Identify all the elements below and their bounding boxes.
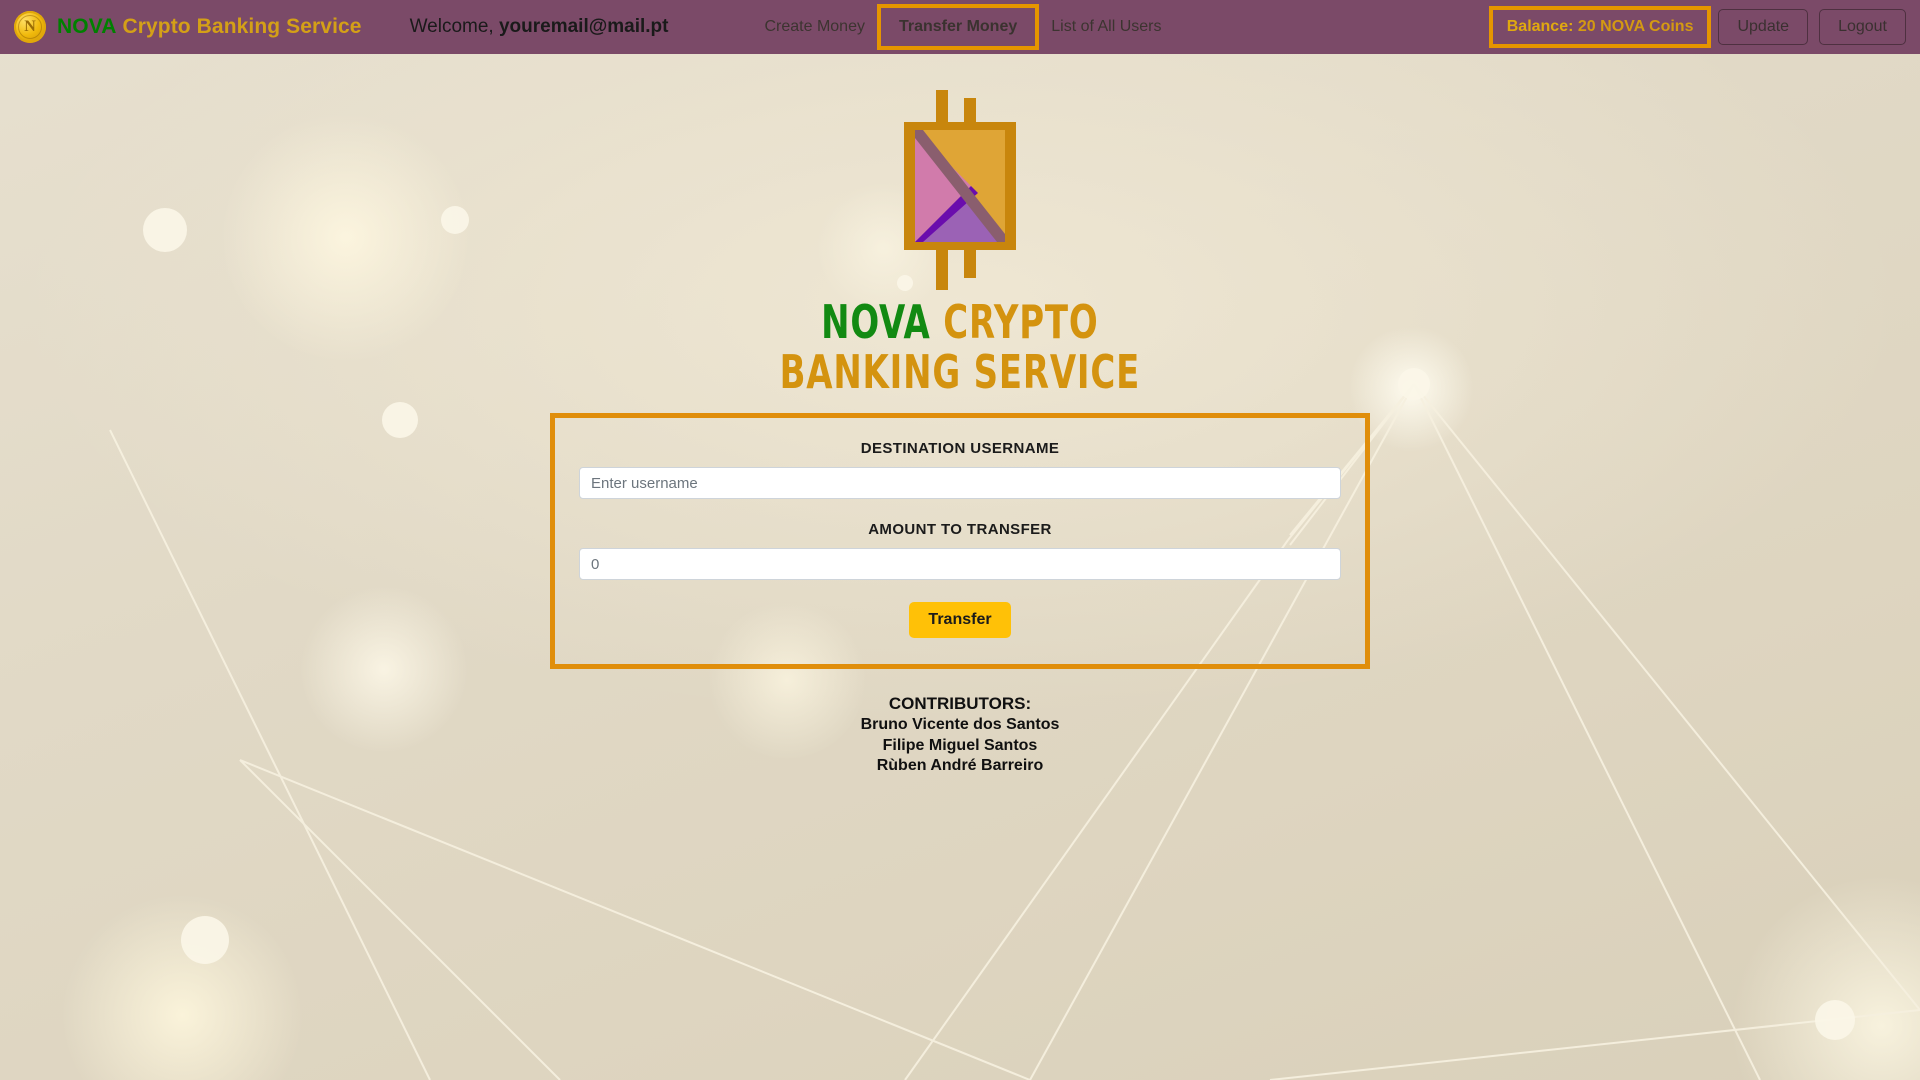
contributor-name: Bruno Vicente dos Santos [860,716,1060,734]
brand-logo[interactable]: NOVA Crypto Banking Service [14,11,362,43]
balance-label: Balance: [1506,18,1574,35]
nova-coin-icon [14,11,46,43]
hero-title-nova: NOVA [821,295,931,349]
amount-to-transfer-input[interactable] [579,548,1341,581]
nav-links: Create Money Transfer Money List of All … [748,4,1177,50]
brand-title: NOVA Crypto Banking Service [57,15,362,39]
main-content: NOVA CRYPTO BANKING SERVICE DESTINATION … [0,54,1920,777]
contributors-section: CONTRIBUTORS: Bruno Vicente dos Santos F… [861,693,1060,776]
welcome-prefix: Welcome, [409,16,499,37]
hero-title: NOVA CRYPTO BANKING SERVICE [779,295,1141,399]
hero-title-line1: NOVA CRYPTO [780,295,1141,349]
contributors-heading-colon: : [1025,694,1032,714]
welcome-text: Welcome, youremail@mail.pt [410,16,669,38]
nav-item-transfer-money[interactable]: Transfer Money [876,4,1040,50]
brand-title-rest: Crypto Banking Service [122,15,362,38]
transfer-button[interactable]: Transfer [909,602,1011,639]
hero-title-crypto: CRYPTO [943,295,1099,349]
transfer-money-form: DESTINATION USERNAME AMOUNT TO TRANSFER … [550,413,1370,670]
balance-value: 20 NOVA Coins [1577,18,1694,35]
nova-bitcoin-tangram-logo-icon [890,90,1030,290]
balance-badge: Balance: 20 NOVA Coins [1488,6,1712,48]
top-navbar: NOVA Crypto Banking Service Welcome, you… [0,0,1920,54]
nav-right-group: Balance: 20 NOVA Coins Update Logout [1488,6,1912,48]
welcome-username: youremail@mail.pt [498,16,669,37]
hero-title-line2: BANKING SERVICE [779,344,1141,399]
logout-button[interactable]: Logout [1819,9,1906,45]
destination-username-label: DESTINATION USERNAME [860,440,1060,458]
nav-item-create-money[interactable]: Create Money [748,11,881,43]
coin-ring-decoration [18,15,42,39]
brand-title-nova: NOVA [57,15,117,38]
contributors-heading: CONTRIBUTORS: [861,693,1060,715]
contributor-name: Filipe Miguel Santos [882,736,1038,754]
nav-item-list-all-users[interactable]: List of All Users [1035,11,1177,43]
app-root: NOVA Crypto Banking Service Welcome, you… [0,0,1920,1080]
contributors-heading-text: CONTRIBUTORS [888,694,1026,714]
amount-to-transfer-label: AMOUNT TO TRANSFER [868,521,1052,539]
update-button[interactable]: Update [1718,9,1809,45]
destination-username-input[interactable] [579,467,1341,500]
contributor-name: Rùben André Barreiro [876,757,1044,775]
